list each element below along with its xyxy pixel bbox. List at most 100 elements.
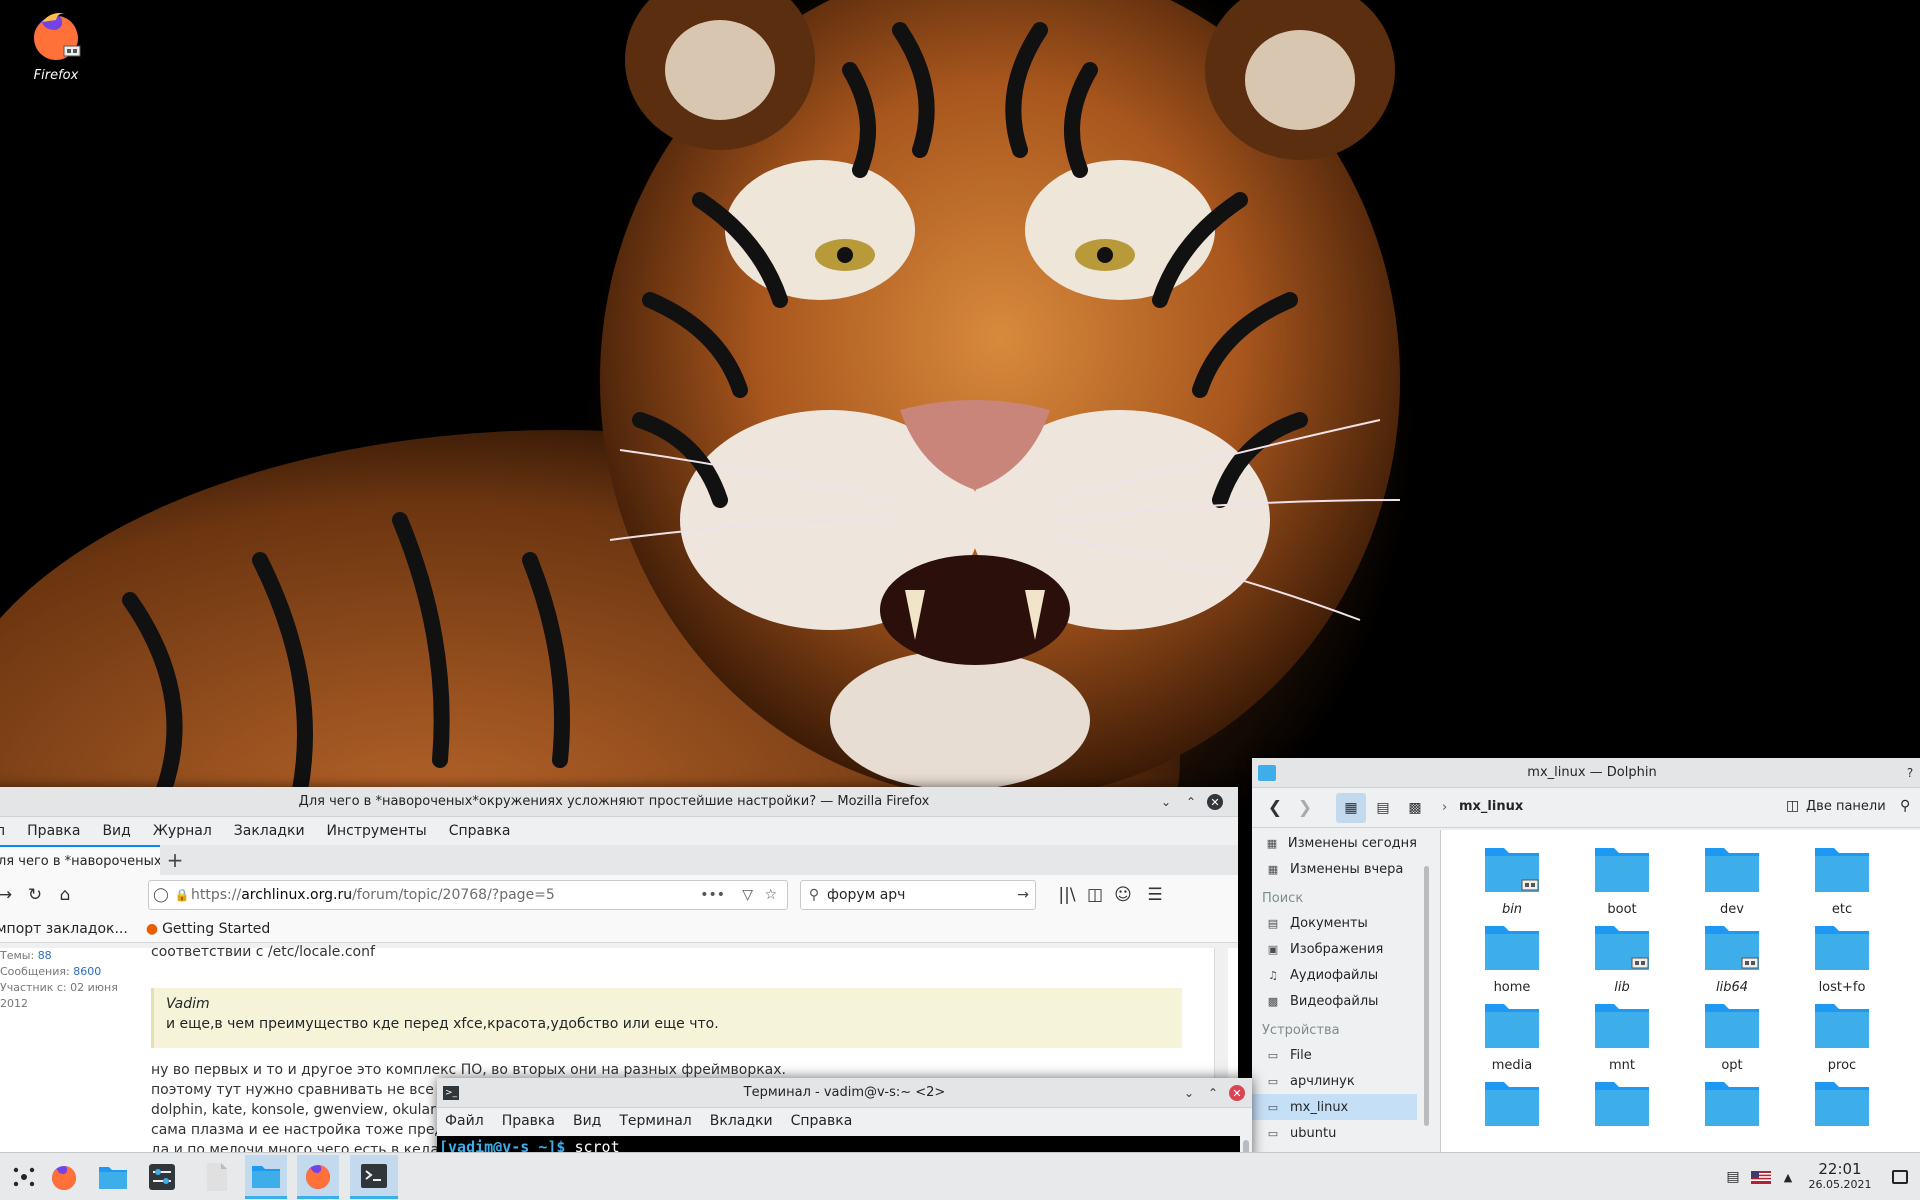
back-icon[interactable]: ❮ xyxy=(1260,793,1290,823)
taskbar-task-terminal[interactable] xyxy=(350,1155,398,1199)
places-scrollbar[interactable] xyxy=(1424,866,1429,1126)
browser-tab-active[interactable]: ля чего в *навороченых xyxy=(0,845,160,875)
folder-item[interactable] xyxy=(1566,1078,1678,1132)
tray-expand-icon[interactable]: ▲ xyxy=(1776,1171,1800,1184)
clock[interactable]: 22:01 26.05.2021 xyxy=(1800,1161,1880,1193)
taskbar-file-launcher[interactable] xyxy=(193,1155,241,1199)
taskbar-task-dolphin[interactable] xyxy=(245,1155,287,1199)
folder-item[interactable]: etc xyxy=(1786,844,1898,917)
clipboard-icon[interactable]: ▤ xyxy=(1720,1169,1746,1185)
lock-icon[interactable]: 🔒 xyxy=(173,888,191,902)
folder-item[interactable] xyxy=(1676,1078,1788,1132)
folder-icon xyxy=(1595,926,1649,970)
keyboard-layout-flag-icon[interactable] xyxy=(1746,1170,1776,1184)
place-modified-yesterday[interactable]: ▦ Изменены вчера xyxy=(1252,856,1417,882)
search-go-icon[interactable]: → xyxy=(1017,887,1029,903)
maximize-button[interactable]: ⌃ xyxy=(1183,794,1199,810)
search-icon[interactable]: ⚲ xyxy=(1900,798,1910,814)
close-button[interactable]: ✕ xyxy=(1207,794,1223,810)
page-actions-icon[interactable]: ••• xyxy=(700,887,725,903)
close-button[interactable]: ✕ xyxy=(1229,1085,1245,1101)
breadcrumb-current[interactable]: mx_linux xyxy=(1459,799,1523,814)
folder-item[interactable]: opt xyxy=(1676,1000,1788,1073)
term-menu-view[interactable]: Вид xyxy=(573,1113,601,1129)
forward-icon[interactable]: → xyxy=(0,880,20,910)
folder-item[interactable]: mnt xyxy=(1566,1000,1678,1073)
video-icon: ▩ xyxy=(1267,994,1279,1008)
folder-item[interactable]: lib xyxy=(1566,922,1678,995)
taskbar-dolphin-launcher[interactable] xyxy=(89,1155,137,1199)
dolphin-titlebar[interactable]: mx_linux — Dolphin ? xyxy=(1252,758,1920,788)
taskbar-task-firefox[interactable] xyxy=(297,1155,339,1199)
posts-count[interactable]: 8600 xyxy=(73,965,101,978)
compact-view-icon[interactable]: ▤ xyxy=(1368,793,1398,823)
shield-icon[interactable]: ◯ xyxy=(149,887,173,903)
menu-history[interactable]: Журнал xyxy=(153,823,212,839)
folder-item[interactable]: proc xyxy=(1786,1000,1898,1073)
help-button[interactable]: ? xyxy=(1902,765,1918,781)
dolphin-window[interactable]: mx_linux — Dolphin ? ❮ ❯ ▦ ▤ ▩ › mx_linu… xyxy=(1252,758,1920,1158)
menu-help[interactable]: Справка xyxy=(449,823,511,839)
folder-item[interactable] xyxy=(1786,1078,1898,1132)
menu-file[interactable]: п xyxy=(0,823,5,839)
folder-item[interactable] xyxy=(1456,1078,1568,1132)
terminal-titlebar[interactable]: >_ Терминал - vadim@v-s:~ <2> ⌄ ⌃ ✕ xyxy=(437,1078,1252,1108)
split-view-button[interactable]: Две панели xyxy=(1806,799,1886,814)
post-line: ну во первых и то и другое это комплекс … xyxy=(151,1062,786,1078)
menu-view[interactable]: Вид xyxy=(102,823,130,839)
folder-icon xyxy=(1595,848,1649,892)
bookmark-import[interactable]: мпорт закладок... xyxy=(0,921,128,937)
desktop-firefox-shortcut[interactable]: Firefox xyxy=(14,6,98,83)
bookmark-star-icon[interactable]: ☆ xyxy=(764,887,777,903)
folder-item[interactable]: media xyxy=(1456,1000,1568,1073)
icons-view-icon[interactable]: ▦ xyxy=(1336,793,1366,823)
place-images[interactable]: ▣ Изображения xyxy=(1252,936,1417,962)
maximize-button[interactable]: ⌃ xyxy=(1205,1085,1221,1101)
device-archlinux[interactable]: ▭ арчлинук xyxy=(1252,1068,1417,1094)
folder-item[interactable]: dev xyxy=(1676,844,1788,917)
folder-view: bin boot dev etc home lib lib64 lost+fo media mnt… xyxy=(1440,830,1920,1158)
search-box[interactable]: ⚲ форум арч → xyxy=(800,880,1036,910)
forward-icon[interactable]: ❯ xyxy=(1290,793,1320,823)
post-line: поэтому тут нужно сравнивать не все вку xyxy=(151,1082,464,1098)
taskbar-settings-launcher[interactable] xyxy=(138,1155,186,1199)
library-icon[interactable]: ||\ xyxy=(1052,880,1082,910)
folder-item[interactable]: bin xyxy=(1456,844,1568,917)
minimize-button[interactable]: ⌄ xyxy=(1181,1085,1197,1101)
term-menu-terminal[interactable]: Терминал xyxy=(619,1113,691,1129)
firefox-menubar: п Правка Вид Журнал Закладки Инструменты… xyxy=(0,817,1238,845)
hamburger-menu-icon[interactable]: ☰ xyxy=(1140,880,1170,910)
term-menu-tabs[interactable]: Вкладки xyxy=(710,1113,773,1129)
account-icon[interactable]: ☺ xyxy=(1108,880,1138,910)
place-modified-today[interactable]: ▦ Изменены сегодня xyxy=(1252,830,1417,856)
place-video[interactable]: ▩ Видеофайлы xyxy=(1252,988,1417,1014)
home-icon[interactable]: ⌂ xyxy=(50,880,80,910)
new-tab-button[interactable]: + xyxy=(160,845,190,875)
firefox-titlebar[interactable]: Для чего в *навороченых*окружениях услож… xyxy=(0,787,1238,817)
minimize-button[interactable]: ⌄ xyxy=(1158,794,1174,810)
folder-item[interactable]: boot xyxy=(1566,844,1678,917)
device-ubuntu[interactable]: ▭ ubuntu xyxy=(1252,1120,1417,1146)
show-desktop-icon[interactable] xyxy=(1880,1170,1920,1184)
details-view-icon[interactable]: ▩ xyxy=(1400,793,1430,823)
place-documents[interactable]: ▤ Документы xyxy=(1252,910,1417,936)
folder-item[interactable]: lost+fo xyxy=(1786,922,1898,995)
taskbar-firefox-launcher[interactable] xyxy=(40,1155,88,1199)
term-menu-edit[interactable]: Правка xyxy=(502,1113,555,1129)
bookmark-getting-started[interactable]: Getting Started xyxy=(162,921,270,937)
menu-edit[interactable]: Правка xyxy=(27,823,80,839)
folder-item[interactable]: lib64 xyxy=(1676,922,1788,995)
menu-bookmarks[interactable]: Закладки xyxy=(234,823,305,839)
term-menu-file[interactable]: Файл xyxy=(445,1113,484,1129)
device-file[interactable]: ▭ File xyxy=(1252,1042,1417,1068)
sidebar-icon[interactable]: ◫ xyxy=(1080,880,1110,910)
term-menu-help[interactable]: Справка xyxy=(791,1113,853,1129)
folder-item[interactable]: home xyxy=(1456,922,1568,995)
url-bar[interactable]: ◯ 🔒 https://archlinux.org.ru/forum/topic… xyxy=(148,880,788,910)
pocket-icon[interactable]: ▽ xyxy=(742,887,753,903)
place-audio[interactable]: ♫ Аудиофайлы xyxy=(1252,962,1417,988)
menu-tools[interactable]: Инструменты xyxy=(327,823,427,839)
topics-count[interactable]: 88 xyxy=(38,949,52,962)
reload-icon[interactable]: ↻ xyxy=(20,880,50,910)
device-mx-linux[interactable]: ▭ mx_linux xyxy=(1252,1094,1417,1120)
